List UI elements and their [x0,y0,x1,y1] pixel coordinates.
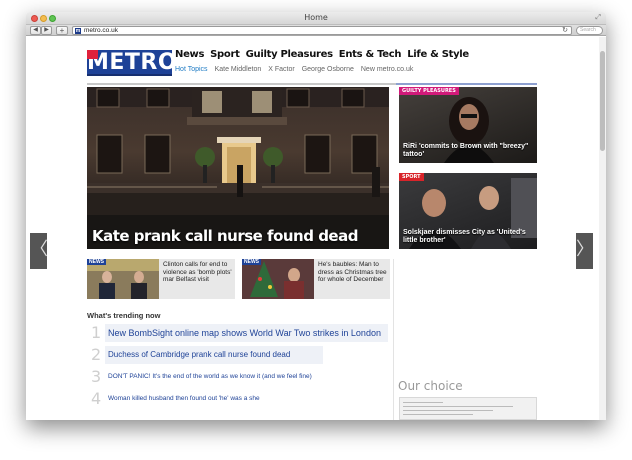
card-headline[interactable]: Clinton calls for end to violence as 'bo… [163,261,233,284]
column-divider [393,259,394,420]
logo-red-flag [87,50,98,59]
trending-link[interactable]: New BombSight online map shows World War… [108,324,381,342]
news-card[interactable]: NEWS He's baubles: Man to dress as Chris… [242,259,390,299]
trending-link[interactable]: Duchess of Cambridge prank call nurse fo… [108,346,290,364]
header-divider-accent [396,83,537,85]
address-bar[interactable]: m metro.co.uk ↻ [72,26,572,35]
search-field[interactable]: Search [576,26,603,35]
trending-link[interactable]: Woman killed husband then found out 'he'… [108,390,260,408]
reload-icon[interactable]: ↻ [562,27,568,35]
metro-favicon-icon: m [75,28,81,34]
trending-number: 1 [91,323,102,342]
card-headline[interactable]: He's baubles: Man to dress as Christmas … [318,261,388,284]
news-card-image [87,259,159,299]
subnav-hot-topics: Hot Topics [175,66,208,73]
nav-life-style[interactable]: Life & Style [407,49,469,60]
main-nav: News Sport Guilty Pleasures Ents & Tech … [175,49,469,60]
promo-guilty-pleasures[interactable]: GUILTY PLEASURES RiRi 'commits to Brown … [399,87,537,163]
scrollbar-thumb[interactable] [600,51,605,151]
back-button[interactable]: ◀ [30,26,41,35]
next-arrow-button[interactable]: 〉 [576,233,594,269]
news-card[interactable]: NEWS Clinton calls for end to violence a… [87,259,235,299]
hero-story[interactable]: Kate prank call nurse found dead [87,87,389,249]
trending-link[interactable]: DON'T PANIC! It's the end of the world a… [108,368,312,386]
nav-guilty-pleasures[interactable]: Guilty Pleasures [246,49,333,60]
subnav-x-factor[interactable]: X Factor [268,66,294,73]
promo-sport[interactable]: SPORT Solskjaer dismisses City as 'Unite… [399,173,537,249]
promo-caption[interactable]: RiRi 'commits to Brown with "breezy" tat… [403,143,535,159]
previous-arrow-button[interactable]: 〈 [30,233,48,269]
browser-toolbar: ◀ ▶ + m metro.co.uk ↻ Search [26,25,606,36]
title-bar: Home ⤢ [26,12,606,25]
our-choice-title: Our choice [398,379,463,393]
metro-logo[interactable]: METRO [87,50,177,76]
promo-tag: GUILTY PLEASURES [399,87,459,95]
hero-headline[interactable]: Kate prank call nurse found dead [92,227,358,245]
subnav-george-osborne[interactable]: George Osborne [302,66,354,73]
trending-number: 4 [91,389,102,408]
forward-button[interactable]: ▶ [41,26,52,35]
trending-number: 3 [91,367,102,386]
trending-number: 2 [91,345,102,364]
news-card-image [242,259,314,299]
page-viewport: METRO News Sport Guilty Pleasures Ents &… [26,37,606,420]
sub-nav: Hot Topics Kate Middleton X Factor Georg… [175,66,413,73]
subnav-new-metro[interactable]: New metro.co.uk [361,66,414,73]
trending-title: What's trending now [87,311,161,320]
nav-news[interactable]: News [175,49,204,60]
our-choice-thumbnail[interactable] [399,397,537,420]
browser-window: Home ⤢ ◀ ▶ + m metro.co.uk ↻ Search METR… [26,12,606,420]
fullscreen-icon[interactable]: ⤢ [595,14,601,22]
promo-tag: SPORT [399,173,424,181]
nav-sport[interactable]: Sport [210,49,240,60]
nav-ents-tech[interactable]: Ents & Tech [339,49,402,60]
card-tag: NEWS [87,259,106,265]
hero-photo [87,87,389,249]
subnav-kate-middleton[interactable]: Kate Middleton [215,66,262,73]
window-title: Home [304,13,328,22]
card-tag: NEWS [242,259,261,265]
url-text[interactable]: metro.co.uk [84,27,118,35]
promo-caption[interactable]: Solskjaer dismisses City as 'United's li… [403,229,535,245]
scrollbar[interactable] [599,37,606,420]
add-bookmark-button[interactable]: + [56,26,68,35]
